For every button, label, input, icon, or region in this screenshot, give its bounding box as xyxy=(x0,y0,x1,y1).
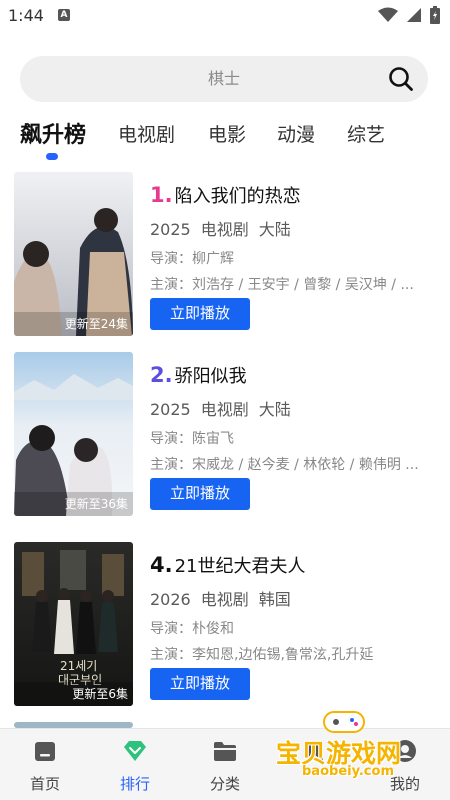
category: 电视剧 xyxy=(200,590,249,609)
play-button[interactable]: 立即播放 xyxy=(150,668,250,700)
nav-category[interactable]: 分类 xyxy=(180,729,270,800)
year: 2025 xyxy=(150,400,191,419)
category: 电视剧 xyxy=(200,400,249,419)
cast: 主演：刘浩存 / 王安宇 / 曾黎 / 吴汉坤 / ... xyxy=(150,277,414,293)
poster-image[interactable]: 21세기 대군부인 更新至6集 xyxy=(14,542,133,706)
search-bar[interactable]: 棋士 xyxy=(20,56,428,102)
item-meta: 2025 电视剧 大陆 xyxy=(150,216,301,240)
nav-home[interactable]: 首页 xyxy=(0,729,90,800)
year: 2026 xyxy=(150,590,191,609)
signal-icon xyxy=(407,8,421,22)
director: 导演：陈宙飞 xyxy=(150,431,234,447)
status-bar: 1:44 A xyxy=(0,0,450,32)
rank-number: 1. xyxy=(150,183,173,207)
status-time: 1:44 xyxy=(8,6,44,25)
episode-badge: 更新至24集 xyxy=(14,312,133,336)
list-item[interactable]: 21세기 대군부인 更新至6集 4. 21世纪大君夫人 2026 电视剧 韩国 导演：… xyxy=(0,542,450,708)
poster-caption: 21세기 xyxy=(60,659,97,673)
list-item[interactable]: 更新至24集 1. 陷入我们的热恋 2025 电视剧 大陆 导演：柳广辉 主演：刘浩存… xyxy=(0,172,450,338)
title-text: 骄阳似我 xyxy=(174,366,247,387)
episode-badge: 更新至6集 xyxy=(14,682,133,706)
tab-trending[interactable]: 飙升榜 xyxy=(20,117,86,149)
item-meta: 2025 电视剧 大陆 xyxy=(150,396,301,420)
year: 2025 xyxy=(150,220,191,239)
tab-movies[interactable]: 电影 xyxy=(208,120,246,147)
list-item[interactable]: 更新至36集 2. 骄阳似我 2025 电视剧 大陆 导演：陈宙飞 主演：宋威龙 / … xyxy=(0,352,450,518)
tab-tv-series[interactable]: 电视剧 xyxy=(118,120,175,147)
gamepad-icon xyxy=(323,711,365,733)
a-icon: A xyxy=(58,9,70,21)
nav-home-label: 首页 xyxy=(29,775,60,793)
tab-anime[interactable]: 动漫 xyxy=(277,120,315,147)
episode-badge: 更新至36集 xyxy=(14,492,133,516)
nav-category-label: 分类 xyxy=(209,775,240,793)
watermark-url: baobeiy.com xyxy=(302,764,394,779)
nav-ranking[interactable]: 排行 xyxy=(90,729,180,800)
folder-icon xyxy=(214,742,236,761)
wifi-icon xyxy=(378,7,398,22)
region: 大陆 xyxy=(258,400,291,419)
item-title[interactable]: 4. 21世纪大君夫人 xyxy=(150,552,306,578)
home-icon xyxy=(35,742,55,761)
ranking-icon xyxy=(124,741,146,761)
poster-image[interactable]: 更新至24集 xyxy=(14,172,133,336)
director: 导演：朴俊和 xyxy=(150,621,234,637)
cast: 主演：宋威龙 / 赵今麦 / 林依轮 / 赖伟明 ... xyxy=(150,457,419,473)
region: 大陆 xyxy=(258,220,291,239)
active-tab-indicator xyxy=(46,153,58,160)
tab-variety[interactable]: 综艺 xyxy=(347,120,385,147)
cast: 主演：李知恩,边佑锡,鲁常泫,孔升延 xyxy=(150,647,374,663)
item-title[interactable]: 2. 骄阳似我 xyxy=(150,362,247,388)
play-button[interactable]: 立即播放 xyxy=(150,298,250,330)
play-button[interactable]: 立即播放 xyxy=(150,478,250,510)
item-title[interactable]: 1. 陷入我们的热恋 xyxy=(150,182,301,208)
search-icon[interactable] xyxy=(388,66,414,92)
watermark-logo: 宝贝游戏网 baobeiy.com xyxy=(272,706,422,786)
rank-number: 2. xyxy=(150,363,173,387)
category: 电视剧 xyxy=(200,220,249,239)
search-input[interactable]: 棋士 xyxy=(20,56,428,102)
battery-icon xyxy=(430,6,440,24)
title-text: 21世纪大君夫人 xyxy=(174,556,306,577)
title-text: 陷入我们的热恋 xyxy=(174,186,301,207)
item-meta: 2026 电视剧 韩国 xyxy=(150,586,301,610)
nav-ranking-label: 排行 xyxy=(119,775,150,793)
director: 导演：柳广辉 xyxy=(150,251,234,267)
rank-number: 4. xyxy=(150,553,173,577)
region: 韩国 xyxy=(258,590,291,609)
poster-image[interactable]: 更新至36集 xyxy=(14,352,133,516)
category-tabs: 飙升榜 电视剧 电影 动漫 综艺 xyxy=(0,112,450,168)
status-icons xyxy=(378,6,440,24)
